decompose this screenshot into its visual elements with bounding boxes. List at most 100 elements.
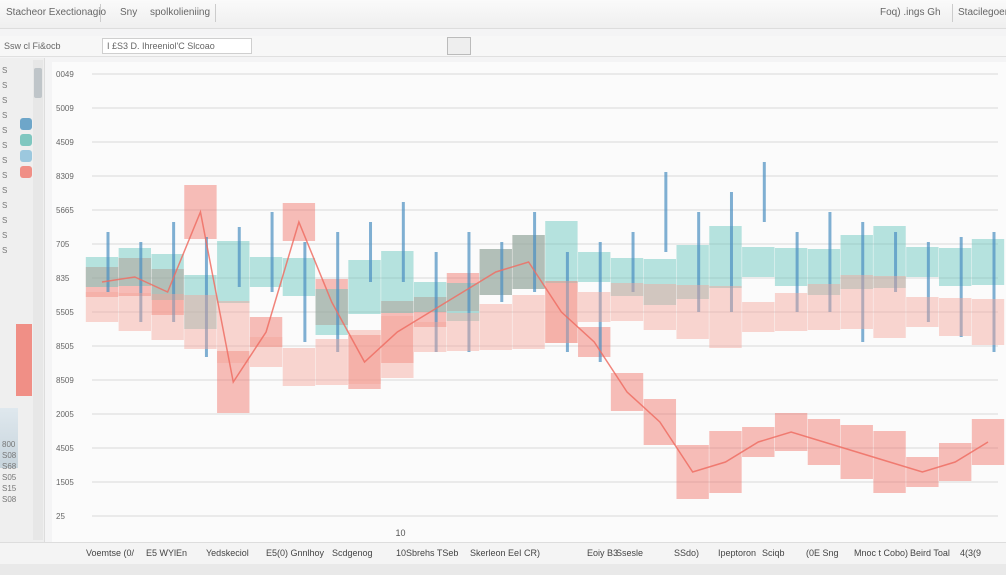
series-band-segment	[151, 294, 184, 340]
side-tick: S	[2, 231, 8, 240]
status-label: E5 WYlEn	[146, 548, 188, 558]
status-label: Mnoc t Cobo)	[854, 548, 909, 558]
series-band-segment	[742, 247, 775, 277]
series-band-segment	[709, 226, 742, 288]
series-band-segment	[807, 284, 841, 330]
divider-0	[100, 4, 101, 22]
y-tick-label: 5009	[56, 104, 74, 113]
y-tick-label: 4509	[56, 138, 74, 147]
side-lower-tick: S05	[2, 473, 17, 482]
y-tick-label: 4505	[56, 444, 74, 453]
series-band-segment	[742, 302, 775, 332]
series-band-segment	[610, 283, 644, 321]
divider-2	[952, 4, 953, 22]
vertical-scrollbar[interactable]	[33, 60, 43, 540]
status-label: Yedskeciol	[206, 548, 249, 558]
series-band-segment	[85, 292, 119, 322]
side-lower-tick: S15	[2, 484, 17, 493]
series-band-segment	[873, 276, 906, 338]
side-tick: S	[2, 156, 8, 165]
status-label: Skerleon EeI CR)	[470, 548, 541, 558]
side-tick: S	[2, 141, 8, 150]
series-band-segment	[85, 257, 119, 287]
status-bar: Voemtse (0/E5 WYlEn Yedskeciol E5(0) Gnnlh…	[0, 542, 1006, 565]
status-label: Scdgenog	[332, 548, 373, 558]
status-label: Voemtse (0/	[86, 548, 135, 558]
window-title-bar: Stacheor Exectionagio Sny spolkolieniing…	[0, 0, 1006, 29]
side-tick: S	[2, 126, 8, 135]
side-tick: S	[2, 246, 8, 255]
series-band-segment	[118, 248, 151, 286]
y-tick-label: 8505	[56, 342, 74, 351]
series-band-segment	[545, 221, 578, 283]
menu-item-2[interactable]: spolkolieniing	[150, 7, 210, 18]
filter-input-value: I £S3 D. Ihreeniol'C Slcoao	[107, 41, 215, 51]
series-band-segment	[282, 348, 316, 386]
y-tick-label: 8309	[56, 172, 74, 181]
series-band-segment	[709, 286, 742, 348]
toolbar-label: Ssw cl Fi&ocb	[4, 41, 61, 51]
series-band-segment	[315, 339, 348, 385]
series-band-segment	[413, 282, 447, 312]
y-tick-label: 5665	[56, 206, 74, 215]
series-band-segment	[774, 248, 808, 286]
status-label: Sbrehs TSeb	[406, 548, 459, 558]
chart-area[interactable]: 0049 5009 4509 8309 5665 705 835 5505 8505 8509 20…	[52, 62, 1006, 542]
series-band-segment	[118, 293, 151, 331]
y-tick-label: 8509	[56, 376, 74, 385]
y-tick-label: 835	[56, 274, 70, 283]
filter-input[interactable]: I £S3 D. Ihreeniol'C Slcoao	[102, 38, 252, 54]
status-label: Ipeptoron	[718, 548, 757, 558]
scrollbar-knob[interactable]	[34, 68, 42, 98]
series-band-segment	[939, 248, 972, 286]
series-band-segment	[217, 301, 250, 363]
series-band-segment	[282, 258, 316, 296]
series-band-segment	[578, 292, 611, 322]
series-band-segment	[348, 330, 381, 384]
side-lower-tick: S68	[2, 462, 17, 471]
status-label: (0E Sng	[806, 548, 839, 558]
series-band-segment	[774, 293, 808, 331]
side-lower-tick: S08	[2, 495, 17, 504]
chart-svg: 0049 5009 4509 8309 5665 705 835 5505 8505 8509 20…	[56, 70, 1005, 538]
series-band-segment	[217, 241, 250, 303]
series-band-segment	[184, 295, 217, 349]
y-tick-label: 25	[56, 512, 65, 521]
series-band-segment	[906, 297, 939, 327]
series-band-segment	[249, 337, 283, 367]
series-band-segment	[939, 298, 972, 336]
status-label: 4(3(9	[960, 548, 982, 558]
menu-item-3[interactable]: Foq) .ings Gh	[880, 7, 941, 18]
side-tick: S	[2, 96, 8, 105]
status-label: Eoiy B3	[587, 548, 619, 558]
side-tick: S	[2, 186, 8, 195]
side-tick: S	[2, 111, 8, 120]
y-tick-label: 0049	[56, 70, 74, 79]
menu-item-1[interactable]: Sny	[120, 7, 137, 18]
series-band-segment	[348, 260, 381, 314]
series-band-segment	[971, 239, 1005, 285]
toolbar-button[interactable]	[447, 37, 471, 55]
y-tick-label: 5505	[56, 308, 74, 317]
series-band-segment	[249, 257, 283, 287]
red-marker	[16, 324, 32, 396]
status-label: Ssesle	[616, 548, 644, 558]
series-band-segment	[676, 285, 709, 339]
status-label: SSdo)	[674, 548, 700, 558]
y-tick-label: 2005	[56, 410, 74, 419]
color-swatch[interactable]	[20, 134, 32, 146]
series-band-segment	[971, 299, 1005, 345]
series-band-segment	[446, 313, 480, 351]
series-band-segment	[479, 304, 512, 350]
status-label: 10	[396, 548, 407, 558]
divider-1	[215, 4, 216, 22]
menu-item-4[interactable]: Stacilegoen	[958, 7, 1006, 18]
status-label: E5(0) Gnnlhoy	[266, 548, 325, 558]
color-swatch[interactable]	[20, 118, 32, 130]
series-band-segment	[906, 247, 939, 277]
x-axis-label: 10	[395, 528, 405, 538]
menu-item-0[interactable]: Stacheor Exectionagio	[6, 7, 106, 18]
color-swatch[interactable]	[20, 166, 32, 178]
side-tick: S	[2, 66, 8, 75]
color-swatch[interactable]	[20, 150, 32, 162]
